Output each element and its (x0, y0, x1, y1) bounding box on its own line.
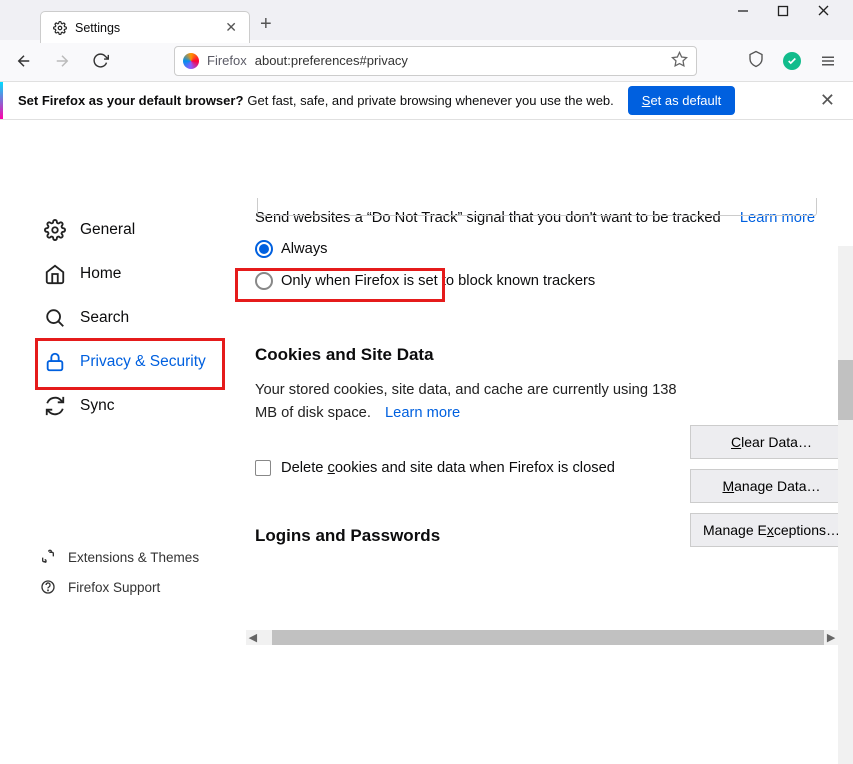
checkbox-unchecked-icon[interactable] (255, 460, 271, 476)
radio-label: Always (281, 241, 328, 257)
url-path: about:preferences#privacy (255, 53, 408, 68)
cookies-description: Your stored cookies, site data, and cach… (255, 379, 685, 425)
bookmark-star-icon[interactable] (671, 51, 688, 71)
dnt-option-blocking[interactable]: Only when Firefox is set to block known … (255, 272, 815, 290)
sidebar: General Home Search Privacy & Security S… (0, 120, 235, 645)
scroll-left-icon[interactable]: ◀ (246, 631, 260, 644)
new-tab-button[interactable]: + (260, 13, 272, 36)
sidebar-item-label: Sync (80, 397, 114, 415)
sidebar-item-label: Home (80, 265, 121, 283)
sidebar-item-label: Search (80, 309, 129, 327)
horizontal-scrollbar-thumb[interactable] (272, 630, 824, 645)
sidebar-footer: Extensions & Themes Firefox Support (40, 549, 199, 595)
tab-title: Settings (75, 21, 217, 35)
sidebar-footer-label: Firefox Support (68, 580, 160, 595)
set-default-button[interactable]: Set as default (628, 86, 736, 115)
sidebar-item-search[interactable]: Search (40, 296, 235, 340)
firefox-logo-icon (183, 53, 199, 69)
tab-strip: Settings ✕ + (0, 0, 853, 40)
banner-close-icon[interactable]: ✕ (820, 90, 835, 111)
truncated-section-box (257, 198, 817, 216)
sync-icon (44, 395, 66, 417)
content-pane: Send websites a “Do Not Track” signal th… (235, 120, 853, 645)
url-prefix: Firefox (207, 53, 247, 68)
dnt-option-always[interactable]: Always (255, 240, 815, 258)
horizontal-scrollbar[interactable]: ◀ ▶ (246, 630, 838, 645)
window-controls (735, 4, 849, 17)
sidebar-support[interactable]: Firefox Support (40, 579, 199, 595)
lock-icon (44, 351, 66, 373)
sidebar-footer-label: Extensions & Themes (68, 550, 199, 565)
banner-bold: Set Firefox as your default browser? (18, 93, 243, 108)
toolbar: Firefox about:preferences#privacy (0, 40, 853, 82)
sidebar-item-home[interactable]: Home (40, 252, 235, 296)
tab-close-icon[interactable]: ✕ (225, 19, 237, 36)
cookies-button-column: Clear Data… Manage Data… Manage Exceptio… (690, 425, 853, 547)
banner-text: Get fast, safe, and private browsing whe… (247, 93, 613, 108)
checkbox-label: Delete cookies and site data when Firefo… (281, 460, 615, 476)
url-bar[interactable]: Firefox about:preferences#privacy (174, 46, 697, 76)
scroll-right-icon[interactable]: ▶ (824, 631, 838, 644)
radio-label: Only when Firefox is set to block known … (281, 273, 595, 289)
sidebar-item-general[interactable]: General (40, 208, 235, 252)
sidebar-item-privacy[interactable]: Privacy & Security (40, 340, 235, 384)
gear-icon (44, 219, 66, 241)
sidebar-item-sync[interactable]: Sync (40, 384, 235, 428)
minimize-icon[interactable] (735, 5, 751, 17)
tab-settings[interactable]: Settings ✕ (40, 11, 250, 43)
sidebar-item-label: General (80, 221, 135, 239)
sidebar-item-label: Privacy & Security (80, 353, 206, 371)
manage-exceptions-button[interactable]: Manage Exceptions… (690, 513, 853, 547)
vertical-scrollbar-thumb[interactable] (838, 360, 853, 420)
maximize-icon[interactable] (775, 5, 791, 17)
gear-icon (53, 21, 67, 35)
extension-badge-icon[interactable] (783, 52, 801, 70)
puzzle-icon (40, 549, 56, 565)
pocket-icon[interactable] (747, 50, 765, 71)
sidebar-extensions[interactable]: Extensions & Themes (40, 549, 199, 565)
vertical-scrollbar-track[interactable] (838, 246, 853, 764)
radio-unchecked-icon[interactable] (255, 272, 273, 290)
app-menu-icon[interactable] (819, 52, 837, 70)
manage-data-button[interactable]: Manage Data… (690, 469, 853, 503)
forward-button[interactable] (48, 52, 76, 70)
cookies-heading: Cookies and Site Data (255, 345, 815, 365)
reload-button[interactable] (86, 52, 114, 69)
back-button[interactable] (10, 52, 38, 70)
main-area: General Home Search Privacy & Security S… (0, 120, 853, 645)
clear-data-button[interactable]: Clear Data… (690, 425, 853, 459)
close-window-icon[interactable] (815, 4, 831, 17)
home-icon (44, 263, 66, 285)
search-icon (44, 307, 66, 329)
help-icon (40, 579, 56, 595)
default-browser-banner: Set Firefox as your default browser? Get… (0, 82, 853, 120)
radio-checked-icon[interactable] (255, 240, 273, 258)
cookies-learn-more-link[interactable]: Learn more (385, 405, 460, 421)
